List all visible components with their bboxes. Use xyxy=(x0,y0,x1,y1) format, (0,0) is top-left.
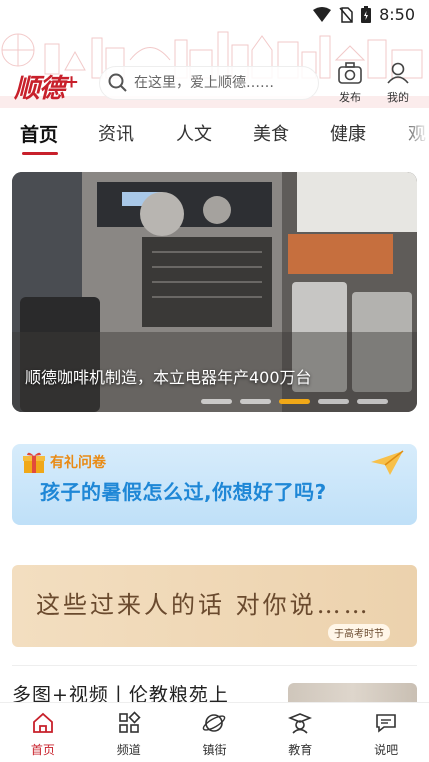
tab-news[interactable]: 资讯 xyxy=(98,120,134,146)
carousel-dot[interactable] xyxy=(357,399,388,404)
tab-culture[interactable]: 人文 xyxy=(176,120,212,146)
tab-food[interactable]: 美食 xyxy=(253,120,289,146)
exam-ad-banner[interactable]: 这些过来人的话 对你说…… 于高考时节 xyxy=(12,565,417,647)
logo-plus: + xyxy=(64,71,79,93)
nav-home[interactable]: 首页 xyxy=(0,703,86,762)
nav-towns[interactable]: 镇街 xyxy=(172,703,258,762)
no-sim-icon xyxy=(339,6,353,23)
search-input[interactable] xyxy=(134,75,314,91)
graduate-icon xyxy=(288,713,313,734)
nav-talk-label: 说吧 xyxy=(374,743,399,757)
exam-ad-title: 这些过来人的话 对你说…… xyxy=(36,591,371,619)
status-time: 8:50 xyxy=(379,5,415,24)
nav-home-label: 首页 xyxy=(30,743,55,757)
carousel-dots xyxy=(201,399,388,404)
status-bar: 8:50 xyxy=(0,0,429,30)
tab-home[interactable]: 首页 xyxy=(20,120,58,147)
banner-caption: 顺德咖啡机制造，本立电器年产400万台 xyxy=(25,368,312,387)
gift-icon xyxy=(23,452,45,473)
exam-ad-stamp: 于高考时节 xyxy=(328,624,390,641)
nav-education[interactable]: 教育 xyxy=(257,703,343,762)
carousel-dot-active[interactable] xyxy=(279,399,310,404)
tab-health[interactable]: 健康 xyxy=(330,120,366,146)
app-logo[interactable]: 顺德+ xyxy=(14,68,79,105)
camera-icon xyxy=(338,62,362,84)
home-icon xyxy=(32,712,53,733)
section-divider xyxy=(12,665,417,666)
wifi-icon xyxy=(313,6,332,22)
carousel-dot[interactable] xyxy=(240,399,271,404)
user-icon xyxy=(387,62,409,84)
carousel-dot[interactable] xyxy=(201,399,232,404)
tabs-fade xyxy=(399,116,429,160)
nav-channels-label: 频道 xyxy=(116,743,141,757)
publish-button[interactable]: 发布 xyxy=(330,62,370,104)
search-icon xyxy=(108,73,127,92)
mine-label: 我的 xyxy=(387,91,409,104)
battery-icon xyxy=(361,6,372,23)
mine-button[interactable]: 我的 xyxy=(378,62,418,104)
chat-icon xyxy=(376,714,396,733)
planet-icon xyxy=(203,714,226,732)
category-tabs: 首页 资讯 人文 美食 健康 观 xyxy=(0,116,429,160)
survey-ad-banner[interactable]: 有礼问卷 孩子的暑假怎么过,你想好了吗? xyxy=(12,444,417,525)
nav-towns-label: 镇街 xyxy=(202,743,227,757)
active-tab-indicator xyxy=(22,152,58,155)
search-bar[interactable] xyxy=(99,66,319,100)
nav-channels[interactable]: 频道 xyxy=(86,703,172,762)
bottom-navigation: 首页 频道 镇街 教育 说吧 xyxy=(0,702,429,762)
survey-tag: 有礼问卷 xyxy=(50,455,106,471)
carousel-banner[interactable]: 顺德咖啡机制造，本立电器年产400万台 xyxy=(12,172,417,412)
publish-label: 发布 xyxy=(339,91,361,104)
survey-headline: 孩子的暑假怎么过,你想好了吗? xyxy=(40,480,327,504)
paper-plane-icon xyxy=(371,450,404,475)
nav-education-label: 教育 xyxy=(288,743,313,757)
grid-icon xyxy=(118,711,141,733)
carousel-dot[interactable] xyxy=(318,399,349,404)
nav-talk[interactable]: 说吧 xyxy=(343,703,429,762)
app-header: 顺德+ 发布 我的 xyxy=(0,30,429,108)
logo-text: 顺德 xyxy=(14,74,65,104)
